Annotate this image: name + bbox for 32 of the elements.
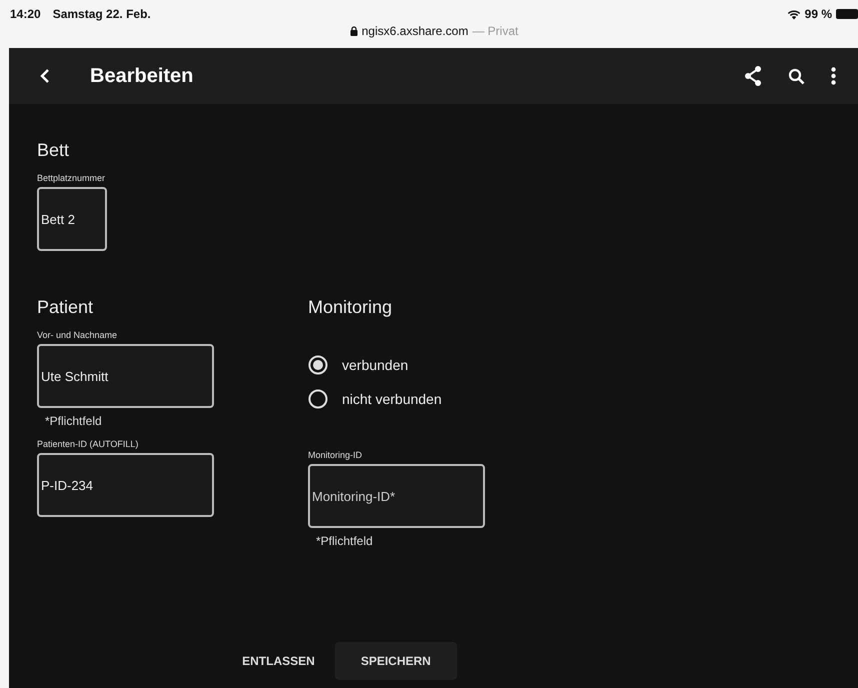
battery-icon [836,9,858,19]
section-heading: Bett [37,140,70,162]
patient-id-field[interactable]: P-ID-234 [37,453,214,517]
private-mode-text: — Privat [472,24,518,38]
section-heading: Monitoring [308,297,394,319]
radio-button[interactable] [308,355,328,375]
save-button[interactable]: SPEICHERN [334,642,457,680]
status-time: 14:20 [10,7,41,21]
field-label: Patienten-ID (AUTOFILL) [37,439,140,449]
required-hint: *Pflichtfeld [45,414,103,428]
battery-percent: 99 % [804,7,832,21]
discharge-button[interactable]: ENTLASSEN [228,642,329,680]
bed-number-field[interactable]: Bett 2 [37,187,107,251]
search-icon[interactable] [788,68,805,84]
field-label: Vor- und Nachname [37,330,118,340]
status-date: Samstag 22. Feb. [52,7,151,21]
radio-label[interactable]: verbunden [342,357,408,373]
field-label: Bettplatznummer [37,173,106,183]
wifi-icon [786,8,801,20]
monitoring-id-field[interactable]: Monitoring-ID* [308,464,485,528]
url-text[interactable]: ngisx6.axshare.com [362,24,468,38]
section-heading: Patient [37,297,94,319]
more-icon[interactable] [831,67,836,85]
lock-icon [350,26,358,36]
required-hint: *Pflichtfeld [316,534,374,548]
back-icon[interactable] [40,68,50,84]
radio-button[interactable] [308,389,328,409]
radio-label[interactable]: nicht verbunden [342,391,442,407]
field-label: Monitoring-ID [308,450,364,460]
name-field[interactable]: Ute Schmitt [37,344,214,408]
page-title: Bearbeiten [90,64,194,88]
share-icon[interactable] [744,66,762,86]
